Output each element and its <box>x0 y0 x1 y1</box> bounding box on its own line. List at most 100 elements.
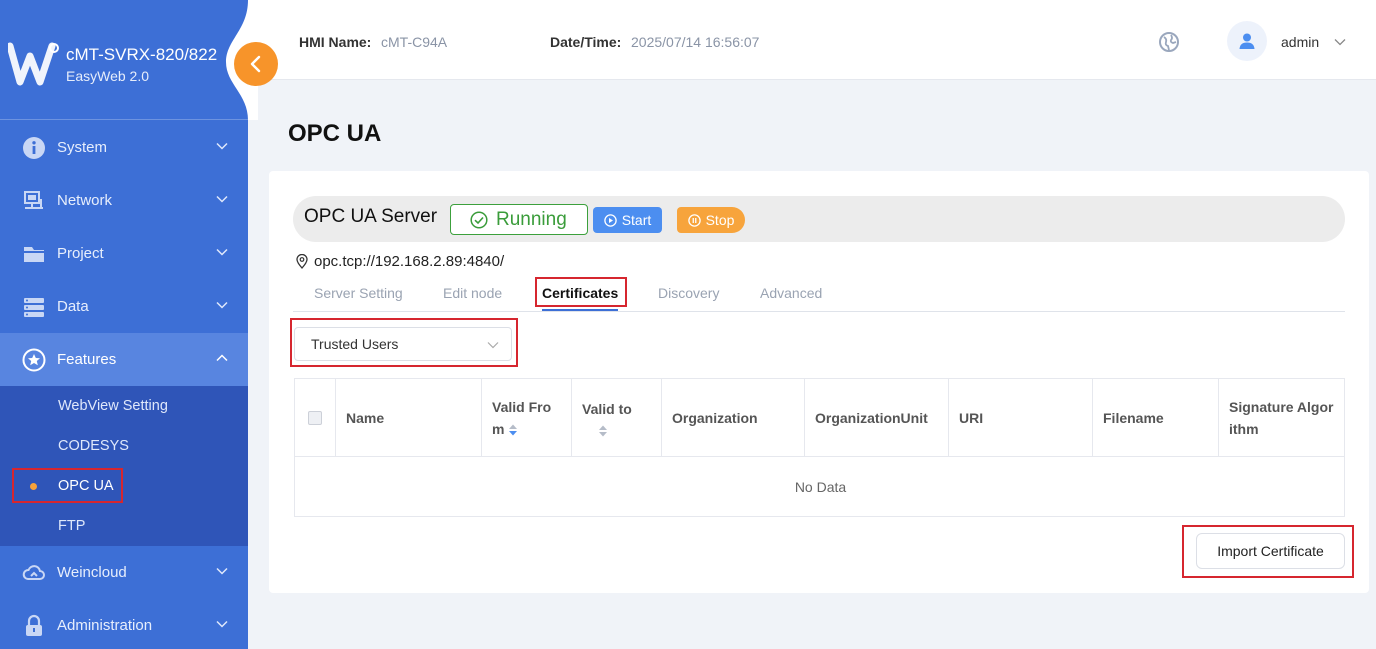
user-icon <box>1239 33 1255 49</box>
column-header-valid-from[interactable]: Valid Fro m <box>482 379 572 457</box>
sidebar-item-system[interactable]: System <box>0 121 248 174</box>
sidebar-item-administration[interactable]: Administration <box>0 599 248 649</box>
sidebar-item-label: Weincloud <box>57 564 127 581</box>
lock-icon <box>22 614 46 638</box>
sidebar-item-label: Features <box>57 351 117 368</box>
sidebar-item-project[interactable]: Project <box>0 227 248 280</box>
column-label: Name <box>346 409 385 426</box>
sidebar-item-label: Data <box>57 298 89 315</box>
hmi-name-value: cMT-C94A <box>381 34 448 50</box>
column-label: Filename <box>1103 409 1164 426</box>
brand-subtitle: EasyWeb 2.0 <box>66 68 150 84</box>
sidebar-subitem-label: FTP <box>58 518 86 534</box>
empty-table-message: No Data <box>794 479 847 495</box>
chevron-down-icon <box>487 342 499 349</box>
sidebar-item-data[interactable]: Data <box>0 280 248 333</box>
sidebar-item-label: Administration <box>57 617 153 634</box>
column-label: Signature Algor <box>1229 398 1334 415</box>
tab-edit-node[interactable]: Edit node <box>443 285 502 301</box>
status-text: Running <box>496 208 567 230</box>
sidebar-subitem-opc-ua[interactable]: OPC UA <box>0 466 248 506</box>
chevron-down-icon <box>216 142 228 150</box>
running-status-badge: Running <box>450 204 588 235</box>
sidebar-item-weincloud[interactable]: Weincloud <box>0 546 248 599</box>
star-icon <box>22 348 46 372</box>
avatar[interactable] <box>1227 21 1267 61</box>
sort-icon[interactable] <box>598 424 608 438</box>
server-title: OPC UA Server <box>304 206 438 227</box>
column-header-valid-to[interactable]: Valid to <box>572 379 662 457</box>
tab-advanced[interactable]: Advanced <box>760 285 822 301</box>
column-header-uri[interactable]: URI <box>949 379 1093 457</box>
tab-server-setting[interactable]: Server Setting <box>314 285 403 301</box>
certificates-table: Name Valid Fro m Valid to Organization O… <box>294 378 1345 517</box>
collapse-sidebar-button[interactable] <box>234 42 278 86</box>
certificate-type-select[interactable]: Trusted Users <box>294 327 512 361</box>
endpoint-text: opc.tcp://192.168.2.89:4840/ <box>314 253 505 270</box>
sidebar-subitem-label: WebView Setting <box>58 398 168 414</box>
weintek-logo-icon <box>8 42 59 86</box>
active-dot-icon <box>30 483 37 490</box>
sidebar-subitem-label: OPC UA <box>58 478 114 494</box>
sidebar-subitem-codesys[interactable]: CODESYS <box>0 426 248 466</box>
chevron-down-icon <box>216 195 228 203</box>
column-header-organization-unit[interactable]: OrganizationUnit <box>805 379 949 457</box>
sort-icon[interactable] <box>508 423 518 437</box>
column-label: Organization <box>672 409 758 426</box>
select-all-header <box>295 379 336 457</box>
endpoint-url: opc.tcp://192.168.2.89:4840/ <box>296 253 504 270</box>
location-pin-icon <box>296 254 308 269</box>
user-name[interactable]: admin <box>1281 34 1319 50</box>
active-tab-indicator <box>542 309 618 311</box>
info-icon <box>22 136 46 160</box>
start-button[interactable]: Start <box>593 207 662 233</box>
folder-icon <box>22 242 46 266</box>
import-certificate-button[interactable]: Import Certificate <box>1196 533 1345 569</box>
stop-label: Stop <box>705 212 735 228</box>
chevron-left-icon <box>250 55 261 73</box>
chevron-down-icon <box>216 620 228 628</box>
chevron-down-icon[interactable] <box>1334 36 1346 48</box>
network-icon <box>22 189 46 213</box>
sidebar-subitem-label: CODESYS <box>58 438 129 454</box>
column-header-organization[interactable]: Organization <box>662 379 805 457</box>
select-all-checkbox[interactable] <box>308 410 322 425</box>
sidebar-item-label: Project <box>57 245 104 262</box>
column-label: Valid to <box>582 400 632 417</box>
sidebar-item-label: Network <box>57 192 113 209</box>
column-label: m <box>492 420 505 437</box>
sidebar-item-label: System <box>57 139 108 156</box>
tab-discovery[interactable]: Discovery <box>658 285 719 301</box>
globe-icon[interactable] <box>1158 31 1180 53</box>
play-circle-icon <box>603 213 617 227</box>
chevron-down-icon <box>216 567 228 575</box>
top-header: HMI Name: cMT-C94A Date/Time: 2025/07/14… <box>248 0 1376 80</box>
column-header-filename[interactable]: Filename <box>1093 379 1219 457</box>
sidebar-item-network[interactable]: Network <box>0 174 248 227</box>
database-icon <box>22 295 46 319</box>
sidebar-menu: System Network Project Data Features Web… <box>0 121 248 649</box>
chevron-down-icon <box>216 248 228 256</box>
chevron-up-icon <box>216 354 228 362</box>
column-label: URI <box>959 409 984 426</box>
pause-circle-icon <box>687 213 701 227</box>
check-circle-icon <box>470 210 488 229</box>
sidebar-item-features[interactable]: Features <box>0 333 248 386</box>
sidebar-subitem-ftp[interactable]: FTP <box>0 506 248 546</box>
sidebar: cMT-SVRX-820/822 EasyWeb 2.0 System Netw… <box>0 0 248 649</box>
column-label: Valid Fro <box>492 398 552 415</box>
start-label: Start <box>621 212 652 228</box>
stop-button[interactable]: Stop <box>677 207 745 233</box>
select-value: Trusted Users <box>311 336 399 352</box>
datetime-label: Date/Time: <box>550 34 622 50</box>
column-header-signature-algorithm[interactable]: Signature Algor ithm <box>1219 379 1344 457</box>
tabs-divider <box>293 311 1345 312</box>
column-header-name[interactable]: Name <box>336 379 482 457</box>
hmi-name-label: HMI Name: <box>299 34 372 50</box>
cloud-icon <box>22 561 46 585</box>
tab-certificates[interactable]: Certificates <box>542 285 618 301</box>
brand: cMT-SVRX-820/822 EasyWeb 2.0 <box>0 0 248 120</box>
column-label: OrganizationUnit <box>815 409 928 426</box>
datetime-value: 2025/07/14 16:56:07 <box>631 34 760 50</box>
sidebar-subitem-webview-setting[interactable]: WebView Setting <box>0 386 248 426</box>
